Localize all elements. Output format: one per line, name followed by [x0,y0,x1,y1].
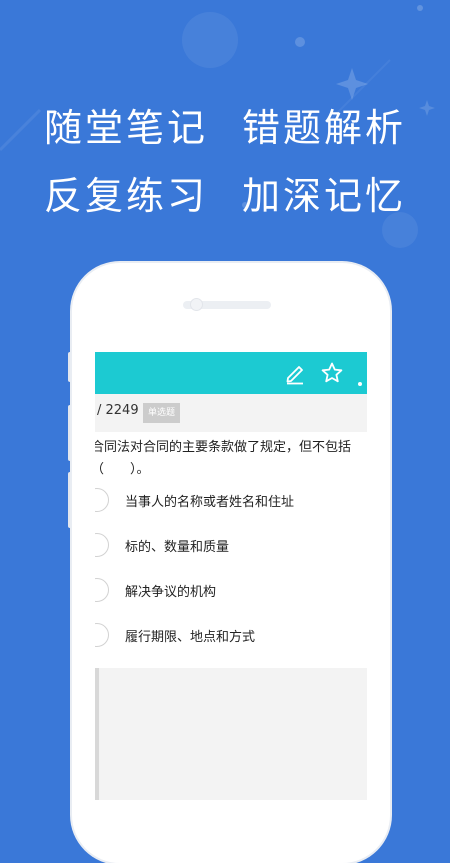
radio-button[interactable] [95,578,109,602]
phone-screen: / 2249 单选题 合同法对合同的主要条款做了规定，但不包括（ ）。 当事人的… [95,352,367,800]
headline-text: 错题解析 [242,106,407,150]
answer-option-label: 履行期限、地点和方式 [125,630,256,645]
question-type-badge: 单选题 [143,403,181,423]
radio-button[interactable] [95,623,109,647]
radio-button[interactable] [95,488,109,512]
question-info-row: / 2249 单选题 [95,394,367,432]
headline-text: 反复练习 [43,174,208,218]
headline-line1: 随堂笔记 错题解析 [0,97,450,152]
headline-text: 随堂笔记 [43,106,208,150]
radio-button[interactable] [95,533,109,557]
headline-line2: 反复练习 加深记忆 [0,165,450,220]
headline-text: 加深记忆 [242,174,407,218]
answer-option-label: 标的、数量和质量 [125,540,230,555]
answer-option-label: 解决争议的机构 [125,585,217,600]
question-text: 合同法对合同的主要条款做了规定，但不包括（ ）。 [95,440,352,477]
more-dot-icon[interactable] [358,371,362,390]
answer-option-label: 当事人的名称或者姓名和住址 [125,495,295,510]
question-counter: / 2249 [97,403,139,418]
star-icon[interactable] [320,361,344,389]
question-card: 合同法对合同的主要条款做了规定，但不包括（ ）。 当事人的名称或者姓名和住址 标… [95,432,367,668]
screen-edge-shadow [95,668,99,800]
edit-icon[interactable] [283,361,307,389]
phone-camera [190,298,203,311]
question-toolbar [95,352,367,394]
